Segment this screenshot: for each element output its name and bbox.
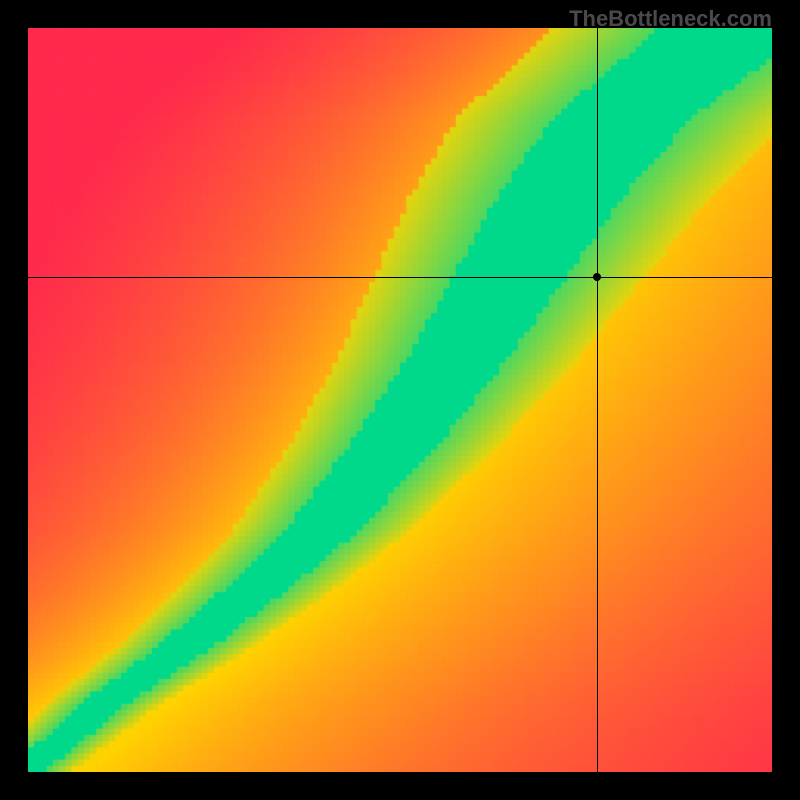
crosshair-horizontal bbox=[28, 277, 772, 279]
chart-frame: TheBottleneck.com bbox=[0, 0, 800, 800]
crosshair-vertical bbox=[597, 28, 599, 772]
watermark-text: TheBottleneck.com bbox=[569, 6, 772, 32]
heatmap-canvas bbox=[28, 28, 772, 772]
